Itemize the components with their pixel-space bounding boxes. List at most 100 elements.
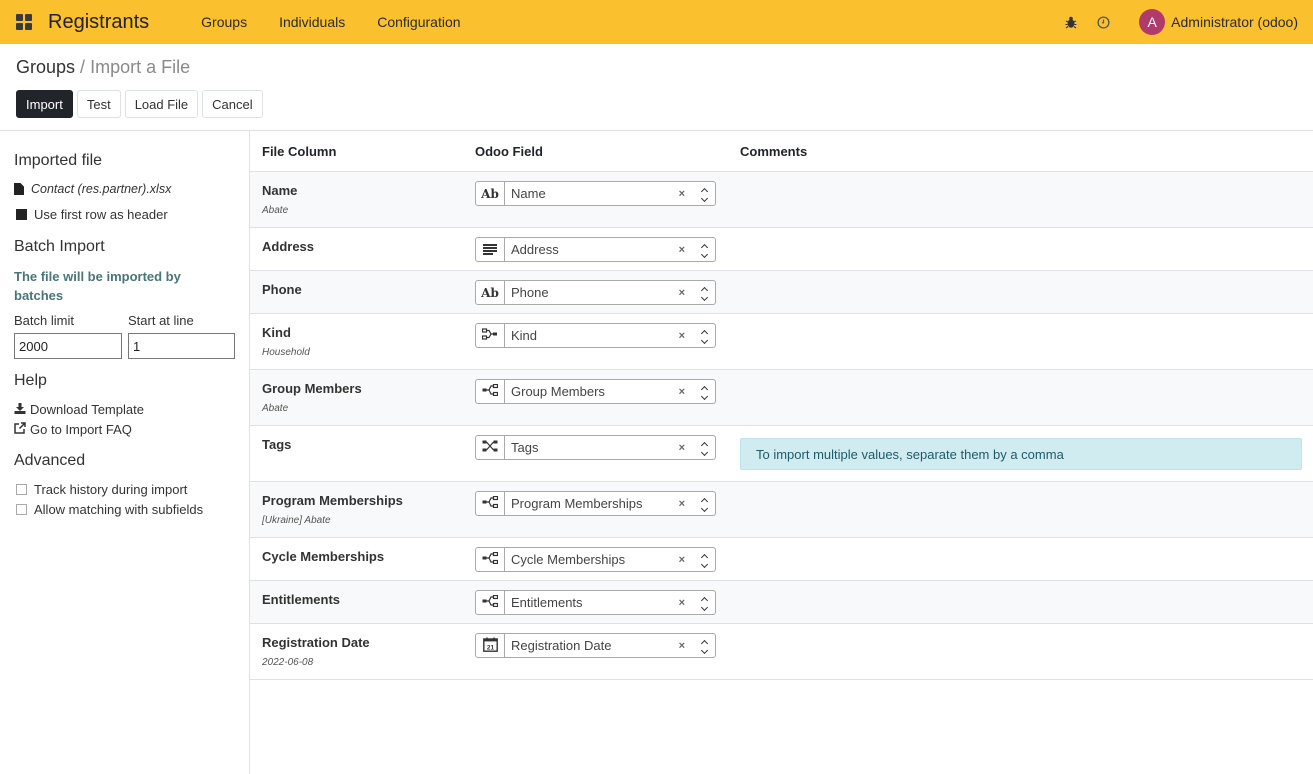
clear-icon[interactable]: × — [679, 640, 685, 652]
file-column-name: Group Members — [262, 381, 362, 396]
app-title[interactable]: Registrants — [48, 11, 149, 34]
odoo-field-select[interactable]: Entitlements × — [475, 590, 716, 615]
table-row: Tags Tags × To import multiple values, sepa… — [250, 426, 1313, 482]
odoo-field-value: Group Members — [511, 384, 605, 399]
import-faq-link[interactable]: Go to Import FAQ — [14, 422, 132, 437]
select-arrows-icon[interactable] — [699, 380, 709, 403]
header-comments: Comments — [740, 144, 808, 159]
download-template-text: Download Template — [30, 402, 144, 417]
import-button[interactable]: Import — [16, 90, 73, 118]
import-faq-text: Go to Import FAQ — [30, 422, 132, 437]
odoo-field-select[interactable]: Tags × — [475, 435, 716, 460]
main-menu: Groups Individuals Configuration — [185, 14, 476, 30]
clear-icon[interactable]: × — [679, 188, 685, 200]
select-arrows-icon[interactable] — [699, 634, 709, 657]
odoo-field-select[interactable]: Address × — [475, 237, 716, 262]
one2many-icon — [482, 551, 499, 567]
field-type-badge: Ab — [476, 281, 505, 304]
select-arrows-icon[interactable] — [699, 238, 709, 261]
table-row: Address Address × — [250, 228, 1313, 271]
field-type-badge — [476, 238, 505, 261]
odoo-field-select[interactable]: Group Members × — [475, 379, 716, 404]
batch-import-note: The file will be imported by batches — [14, 269, 181, 303]
allow-matching-option[interactable]: Allow matching with subfields — [16, 502, 203, 517]
odoo-field-value: Name — [511, 186, 546, 201]
start-line-input[interactable] — [128, 333, 235, 359]
clear-icon[interactable]: × — [679, 597, 685, 609]
field-type-badge — [476, 548, 505, 571]
field-type-badge: 21 — [476, 634, 505, 657]
header-odoo-field: Odoo Field — [475, 144, 543, 159]
field-type-badge — [476, 436, 505, 459]
odoo-field-select[interactable]: Cycle Memberships × — [475, 547, 716, 572]
import-options-sidebar: Imported file Contact (res.partner).xlsx… — [0, 130, 250, 774]
user-menu[interactable]: Administrator (odoo) — [1171, 14, 1298, 30]
file-column-sample: Abate — [262, 403, 289, 414]
download-icon — [14, 402, 26, 417]
track-history-checkbox[interactable] — [16, 484, 27, 495]
file-column-sample: [Ukraine] Abate — [262, 515, 331, 526]
header-file-column: File Column — [262, 144, 337, 159]
clear-icon[interactable]: × — [679, 386, 685, 398]
imported-file-heading: Imported file — [14, 152, 103, 169]
odoo-field-select[interactable]: Ab Phone × — [475, 280, 716, 305]
table-header: File Column Odoo Field Comments — [250, 131, 1313, 172]
menu-item-configuration[interactable]: Configuration — [361, 14, 476, 30]
use-first-row-header-option[interactable]: Use first row as header — [16, 207, 168, 222]
file-column-sample: Household — [262, 347, 310, 358]
clear-icon[interactable]: × — [679, 287, 685, 299]
table-row: Entitlements Entitlements × — [250, 581, 1313, 624]
file-icon — [14, 183, 24, 195]
select-arrows-icon[interactable] — [699, 591, 709, 614]
select-arrows-icon[interactable] — [699, 182, 709, 205]
table-row: Kind Household Kind × — [250, 314, 1313, 370]
bug-icon[interactable] — [1055, 0, 1087, 44]
select-arrows-icon[interactable] — [699, 548, 709, 571]
clear-icon[interactable]: × — [679, 442, 685, 454]
breadcrumb-separator: / — [80, 57, 86, 77]
allow-matching-checkbox[interactable] — [16, 504, 27, 515]
batch-limit-label: Batch limit — [14, 313, 74, 328]
cancel-button[interactable]: Cancel — [202, 90, 263, 118]
svg-text:21: 21 — [486, 644, 494, 651]
user-avatar[interactable]: A — [1139, 9, 1166, 35]
select-arrows-icon[interactable] — [699, 436, 709, 459]
menu-item-groups[interactable]: Groups — [185, 14, 263, 30]
odoo-field-value: Phone — [511, 285, 549, 300]
load-file-button[interactable]: Load File — [124, 90, 199, 118]
clear-icon[interactable]: × — [679, 244, 685, 256]
track-history-option[interactable]: Track history during import — [16, 482, 187, 497]
clock-icon[interactable] — [1087, 0, 1119, 44]
download-template-link[interactable]: Download Template — [14, 402, 144, 417]
track-history-label: Track history during import — [34, 482, 188, 497]
apps-menu-icon[interactable] — [16, 14, 32, 30]
odoo-field-value: Registration Date — [511, 638, 612, 653]
menu-item-individuals[interactable]: Individuals — [263, 14, 361, 30]
odoo-field-select[interactable]: Ab Name × — [475, 181, 716, 206]
file-column-sample: Abate — [262, 205, 289, 216]
breadcrumb-groups-link[interactable]: Groups — [16, 57, 75, 77]
odoo-field-value: Address — [511, 242, 559, 257]
odoo-field-select[interactable]: 21 Registration Date × — [475, 633, 716, 658]
clear-icon[interactable]: × — [679, 498, 685, 510]
odoo-field-select[interactable]: Kind × — [475, 323, 716, 348]
table-row: Group Members Abate Group Members × — [250, 370, 1313, 426]
use-first-row-checkbox[interactable] — [16, 209, 27, 220]
file-column-name: Cycle Memberships — [262, 549, 385, 564]
test-button[interactable]: Test — [76, 90, 121, 118]
odoo-field-value: Cycle Memberships — [511, 552, 626, 567]
select-arrows-icon[interactable] — [699, 324, 709, 347]
breadcrumb-current: Import a File — [90, 57, 191, 77]
batch-limit-input[interactable] — [14, 333, 122, 359]
help-heading: Help — [14, 372, 47, 389]
one2many-icon — [482, 594, 499, 610]
table-row: Registration Date 2022-06-08 21 Registratio… — [250, 624, 1313, 680]
clear-icon[interactable]: × — [679, 554, 685, 566]
calendar-icon: 21 — [482, 637, 498, 655]
select-arrows-icon[interactable] — [699, 492, 709, 515]
odoo-field-select[interactable]: Program Memberships × — [475, 491, 716, 516]
odoo-field-value: Program Memberships — [511, 496, 643, 511]
clear-icon[interactable]: × — [679, 330, 685, 342]
select-arrows-icon[interactable] — [699, 281, 709, 304]
odoo-field-value: Kind — [511, 328, 538, 343]
